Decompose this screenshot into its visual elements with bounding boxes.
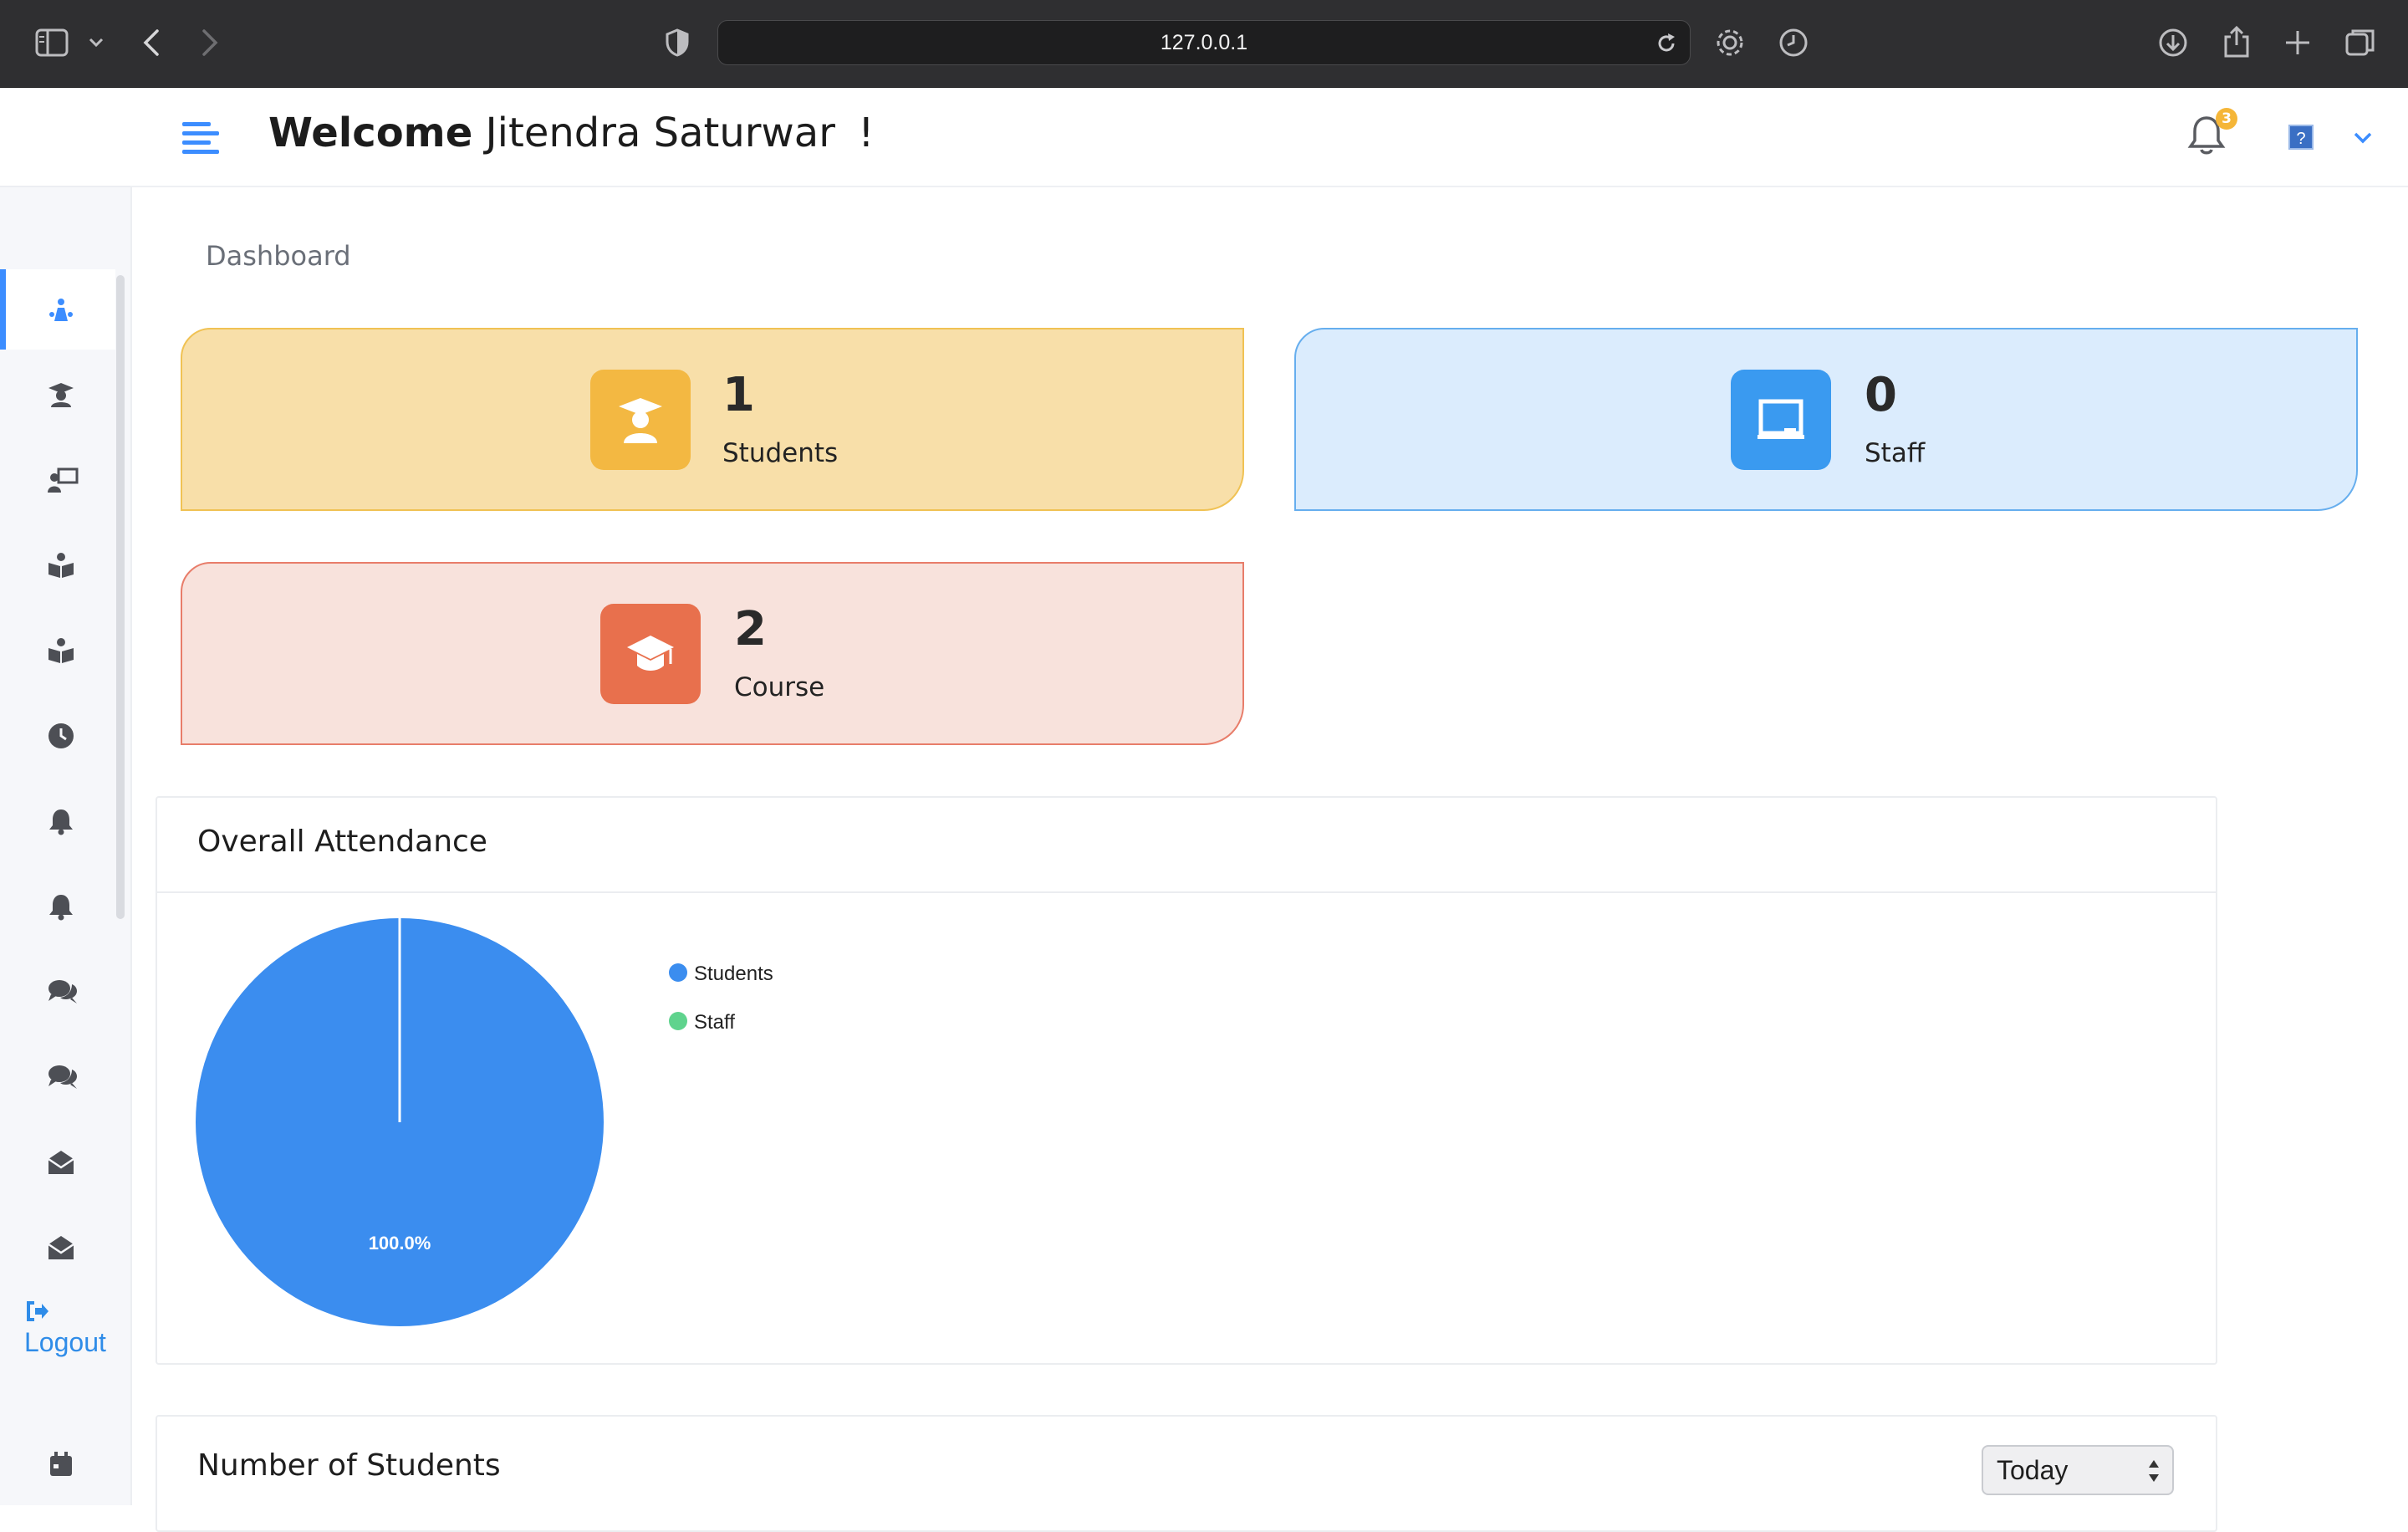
- shield-icon: [666, 28, 689, 57]
- period-select[interactable]: Today: [1982, 1445, 2174, 1495]
- sidebar-logo-area: [0, 88, 130, 187]
- bell-icon: [49, 895, 73, 921]
- panel-divider: [157, 891, 2216, 893]
- stat-count: 1: [722, 368, 755, 422]
- app-header: Welcome Jitendra Saturwar ! ?: [130, 88, 2408, 187]
- welcome-heading: Welcome Jitendra Saturwar !: [268, 110, 874, 156]
- url-text[interactable]: 127.0.0.1: [718, 21, 1690, 64]
- attendance-pie-chart: 100.0%: [196, 918, 604, 1326]
- stat-count: 2: [734, 602, 767, 656]
- welcome-exclaim: !: [858, 110, 875, 156]
- notification-badge: 3: [2216, 108, 2237, 130]
- calendar-icon: [50, 1452, 72, 1476]
- sidebar-item-staff[interactable]: [0, 439, 115, 519]
- svg-text:?: ?: [2296, 130, 2305, 148]
- tabs-overview-icon[interactable]: [2344, 27, 2376, 59]
- sidebar-item-sessions[interactable]: [0, 695, 115, 775]
- gear-icon[interactable]: [1714, 27, 1746, 59]
- breadcrumb: Dashboard: [206, 240, 351, 272]
- panel-title: Overall Attendance: [197, 825, 487, 859]
- sidebar-item-notify-students[interactable]: [0, 866, 115, 946]
- student-icon: [619, 398, 662, 443]
- user-avatar-icon[interactable]: ?: [2287, 123, 2315, 151]
- attendance-panel: Overall Attendance 100.0% Students Staff: [156, 796, 2217, 1365]
- graduation-cap-icon: [627, 636, 674, 671]
- envelope-open-icon: [48, 1151, 74, 1174]
- legend-label[interactable]: Students: [694, 963, 773, 986]
- book-reader-icon: [48, 638, 74, 663]
- stat-icon-box: [600, 604, 701, 704]
- user-name: Jitendra Saturwar: [485, 110, 835, 156]
- stat-icon-box: [590, 370, 691, 470]
- stat-count: 0: [1865, 368, 1897, 422]
- sidebar-toggle-icon[interactable]: [35, 28, 69, 57]
- browser-toolbar: 127.0.0.1: [0, 0, 2408, 88]
- panel-title: Number of Students: [197, 1448, 501, 1483]
- legend-label[interactable]: Staff: [694, 1011, 735, 1034]
- reload-icon[interactable]: [1655, 32, 1678, 55]
- download-icon[interactable]: [2157, 27, 2189, 59]
- students-count-panel: Number of Students: [156, 1415, 2217, 1532]
- teacher-icon: [48, 467, 79, 493]
- sidebar-item-students[interactable]: [0, 354, 115, 434]
- sidebar-item-notify-staff[interactable]: [0, 780, 115, 860]
- stat-icon-box: [1731, 370, 1831, 470]
- menu-toggle-icon[interactable]: [181, 120, 221, 156]
- logout-link[interactable]: Logout: [24, 1327, 106, 1358]
- dashboard-icon: [49, 299, 73, 321]
- sidebar-item-dashboard[interactable]: [0, 269, 115, 350]
- forward-icon[interactable]: [201, 28, 219, 57]
- stat-label: Course: [734, 672, 825, 702]
- stat-label: Students: [722, 438, 839, 468]
- chalkboard-icon: [1758, 399, 1804, 439]
- welcome-label: Welcome: [268, 110, 473, 156]
- legend-swatch: [669, 1012, 687, 1030]
- comments-icon: [48, 980, 77, 1003]
- stat-card-course[interactable]: 2 Course: [181, 562, 1244, 745]
- sidebar-item-courses[interactable]: [0, 524, 115, 605]
- student-icon: [48, 383, 74, 407]
- chevron-down-icon[interactable]: [2353, 131, 2373, 145]
- stat-label: Staff: [1865, 438, 1926, 468]
- legend-swatch: [669, 963, 687, 982]
- envelope-open-icon: [48, 1236, 74, 1259]
- stat-card-students[interactable]: 1 Students: [181, 328, 1244, 511]
- pie-slice-label: 100.0%: [369, 1233, 431, 1254]
- sidebar-item-staff-leave[interactable]: [0, 1121, 115, 1202]
- comments-icon: [48, 1065, 77, 1089]
- address-bar[interactable]: 127.0.0.1: [717, 20, 1691, 65]
- period-select-value[interactable]: Today: [1997, 1455, 2068, 1486]
- sidebar-scrollbar[interactable]: [116, 275, 125, 919]
- sidebar-item-student-feedback[interactable]: [0, 1036, 115, 1116]
- sidebar: Logout: [0, 88, 132, 1505]
- sidebar-item-subjects[interactable]: [0, 610, 115, 690]
- sidebar-item-calendar[interactable]: [0, 1423, 115, 1504]
- new-tab-icon[interactable]: [2284, 29, 2311, 56]
- share-icon[interactable]: [2222, 25, 2251, 59]
- bell-icon: [49, 809, 73, 835]
- sidebar-item-student-leave[interactable]: [0, 1207, 115, 1287]
- logout-icon[interactable]: [25, 1300, 50, 1322]
- stat-card-staff[interactable]: 0 Staff: [1294, 328, 2358, 511]
- select-arrows-icon: [2149, 1460, 2159, 1482]
- sidebar-item-staff-feedback[interactable]: [0, 951, 115, 1031]
- book-reader-icon: [48, 553, 74, 578]
- back-icon[interactable]: [142, 28, 161, 57]
- history-icon[interactable]: [1778, 27, 1809, 59]
- clock-icon: [48, 723, 74, 748]
- chevron-down-icon[interactable]: [89, 38, 104, 48]
